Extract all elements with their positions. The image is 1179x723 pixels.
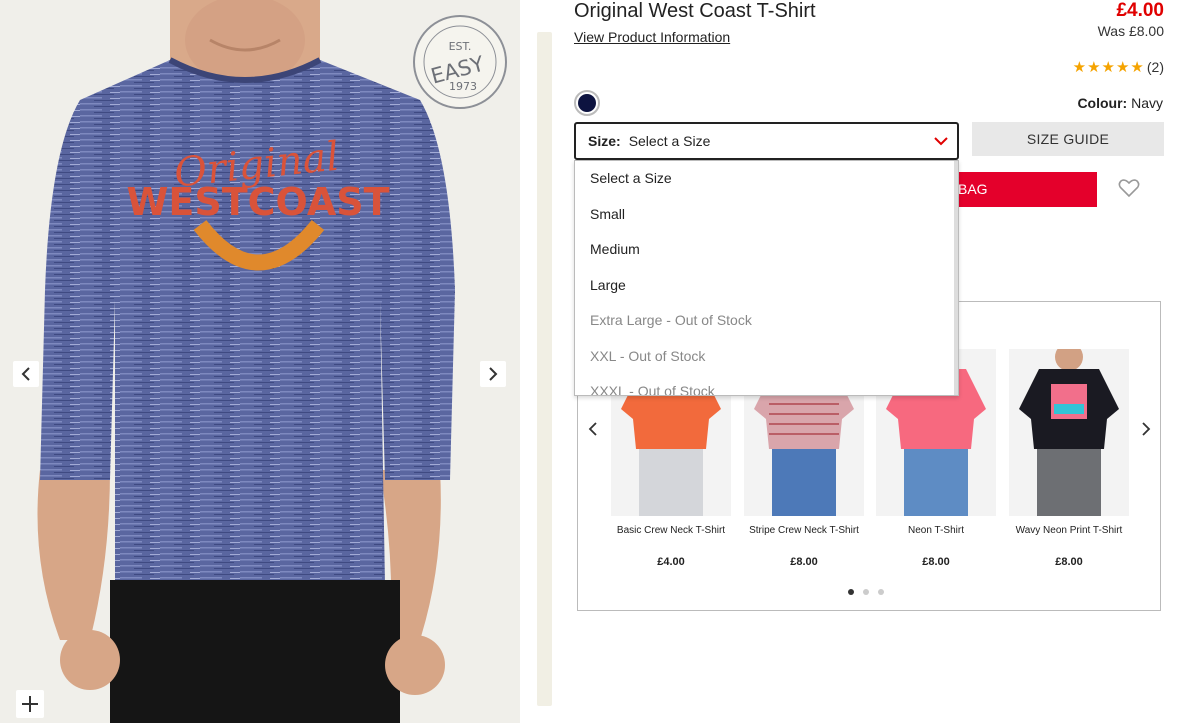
shirt-print-title: WESTCOAST <box>126 180 389 224</box>
carousel-dot[interactable] <box>878 589 884 595</box>
chevron-down-icon <box>934 137 948 146</box>
product-card[interactable]: Wavy Neon Print T-Shirt £8.00 <box>1009 349 1129 568</box>
star-icon: ★ <box>1101 59 1115 76</box>
gallery-prev-button[interactable] <box>13 361 39 387</box>
product-photo: Original WESTCOAST EST. EASY 1973 <box>37 0 507 723</box>
size-guide-button[interactable]: SIZE GUIDE <box>972 122 1164 156</box>
chevron-right-icon <box>489 367 498 381</box>
carousel-dot[interactable] <box>848 589 854 595</box>
size-option[interactable]: Medium <box>575 232 958 268</box>
size-option[interactable]: Select a Size <box>575 161 958 197</box>
star-icon: ★ <box>1087 59 1101 76</box>
product-card-name[interactable]: Stripe Crew Neck T-Shirt <box>744 525 864 549</box>
gallery-next-button[interactable] <box>480 361 506 387</box>
product-card-price: £4.00 <box>657 556 685 568</box>
product-image-gallery[interactable]: Original WESTCOAST EST. EASY 1973 <box>0 0 520 723</box>
carousel-next-button[interactable] <box>1141 420 1151 441</box>
product-rating[interactable]: ★ ★ ★ ★ ★ (2) <box>1073 58 1164 76</box>
chevron-left-icon <box>588 422 597 436</box>
badge-year: 1973 <box>449 80 477 93</box>
dropdown-scrollbar[interactable] <box>954 161 958 395</box>
was-price: Was £8.00 <box>1097 23 1164 39</box>
size-select-value: Select a Size <box>628 133 711 149</box>
product-card-price: £8.00 <box>1055 556 1083 568</box>
size-option-out-of-stock[interactable]: XXL - Out of Stock <box>575 339 958 375</box>
colour-label-key: Colour: <box>1077 95 1128 111</box>
zoom-button[interactable] <box>16 690 44 718</box>
plus-icon <box>22 696 38 712</box>
size-option-out-of-stock[interactable]: Extra Large - Out of Stock <box>575 303 958 339</box>
star-icon: ★ <box>1072 59 1087 76</box>
size-option[interactable]: Large <box>575 268 958 304</box>
product-card-price: £8.00 <box>790 556 818 568</box>
size-option[interactable]: Small <box>575 197 958 233</box>
badge-est: EST. <box>449 40 472 53</box>
chevron-left-icon <box>21 367 30 381</box>
thumbnail-scroll-track[interactable] <box>537 32 552 706</box>
product-card-name[interactable]: Wavy Neon Print T-Shirt <box>1009 525 1129 549</box>
star-icon: ★ <box>1115 59 1130 76</box>
carousel-prev-button[interactable] <box>588 420 598 441</box>
rating-count: (2) <box>1146 59 1164 75</box>
product-card-price: £8.00 <box>922 556 950 568</box>
chevron-right-icon <box>1142 422 1151 436</box>
size-select-label: Size: <box>588 133 621 149</box>
size-select[interactable]: Size: Select a Size <box>574 122 959 160</box>
current-price: £4.00 <box>1116 0 1164 21</box>
product-title: Original West Coast T-Shirt <box>574 0 816 22</box>
colour-label-value: Navy <box>1131 95 1163 111</box>
colour-swatch-navy[interactable] <box>574 90 600 116</box>
star-icon: ★ <box>1130 59 1144 76</box>
view-product-information-link[interactable]: View Product Information <box>574 29 730 45</box>
wishlist-button[interactable] <box>1118 178 1140 203</box>
carousel-pagination <box>848 589 884 595</box>
carousel-dot[interactable] <box>863 589 869 595</box>
product-card-name[interactable]: Basic Crew Neck T-Shirt <box>611 525 731 549</box>
heart-icon <box>1118 179 1140 198</box>
swatch-fill <box>578 94 596 112</box>
size-option-out-of-stock[interactable]: XXXL - Out of Stock <box>575 374 958 395</box>
size-dropdown-list[interactable]: Select a Size Small Medium Large Extra L… <box>574 160 959 396</box>
product-card-image[interactable] <box>1009 349 1129 516</box>
product-card-name[interactable]: Neon T-Shirt <box>876 525 996 549</box>
colour-label: Colour: Navy <box>1077 95 1163 111</box>
